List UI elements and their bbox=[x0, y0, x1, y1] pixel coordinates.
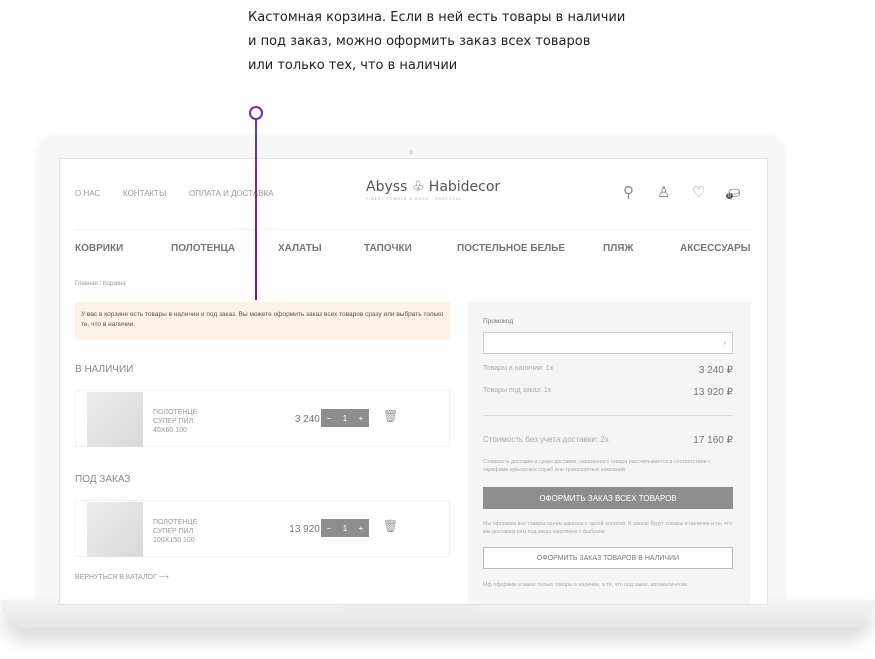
increase-button[interactable]: + bbox=[359, 414, 364, 423]
row-value: 17 160 ₽ bbox=[693, 435, 733, 446]
camera bbox=[409, 150, 413, 154]
product-name[interactable]: ПОЛОТЕНЦЕ СУПЕР ПИЛ 40Х60 100 bbox=[153, 408, 197, 435]
product-name[interactable]: ПОЛОТЕНЦЕ СУПЕР ПИЛ 100Х150 100 bbox=[153, 518, 197, 545]
increase-button[interactable]: + bbox=[359, 524, 364, 533]
order-summary: Промокод › Товары в наличии: 1х 3 240 ₽ Т… bbox=[468, 302, 751, 604]
nav-item[interactable]: ПОЛОТЕНЦА bbox=[171, 243, 235, 254]
annotation-line bbox=[255, 120, 257, 300]
link-contacts[interactable]: КОНТАКТЫ bbox=[123, 189, 166, 198]
order-all-button[interactable]: ОФОРМИТЬ ЗАКАЗ ВСЕХ ТОВАРОВ bbox=[483, 487, 733, 509]
row-value: 13 920 ₽ bbox=[693, 387, 733, 398]
cart-badge: 0 bbox=[726, 193, 733, 199]
heart-icon[interactable]: ♡ bbox=[692, 183, 705, 201]
nav-item[interactable]: ПЛЯЖ bbox=[603, 243, 633, 254]
nav-item[interactable]: АКСЕССУАРЫ bbox=[680, 243, 751, 254]
decrease-button[interactable]: − bbox=[327, 414, 332, 423]
promo-input[interactable]: › bbox=[483, 332, 733, 354]
nav-item[interactable]: ПОСТЕЛЬНОЕ БЕЛЬЕ bbox=[457, 243, 565, 254]
name-line: 40Х60 100 bbox=[153, 427, 187, 434]
nav-item[interactable]: КОВРИКИ bbox=[75, 243, 123, 254]
link-delivery[interactable]: ОПЛАТА И ДОСТАВКА bbox=[189, 189, 274, 198]
delivery-note: Стоимость доставки и сроки доставки, зак… bbox=[483, 459, 711, 473]
divider bbox=[483, 415, 733, 416]
row-value: 3 240 ₽ bbox=[698, 365, 733, 376]
name-line: СУПЕР ПИЛ bbox=[153, 418, 194, 425]
screen: О НАС КОНТАКТЫ ОПЛАТА И ДОСТАВКА Abyss ♧… bbox=[59, 158, 768, 605]
row-label: Товары в наличии: 1х bbox=[483, 365, 554, 372]
quantity-value[interactable]: 1 bbox=[343, 414, 347, 423]
summary-row: Товары в наличии: 1х 3 240 ₽ bbox=[483, 365, 733, 376]
name-line: ПОЛОТЕНЦЕ bbox=[153, 409, 198, 416]
row-label: Стоимость без учета доставки: 2х bbox=[483, 435, 609, 444]
order-all-note: Мы оформим все товары одним заказом с од… bbox=[483, 521, 732, 535]
link-about[interactable]: О НАС bbox=[75, 189, 100, 198]
callout-line: и под заказ, можно оформить заказ всех т… bbox=[248, 34, 591, 49]
quantity-stepper: − 1 + bbox=[321, 519, 369, 537]
order-in-stock-note: Мф оформим в заказ только товары в налич… bbox=[483, 582, 687, 588]
row-label: Товары под заказ: 1х bbox=[483, 387, 552, 394]
name-line: СУПЕР ПИЛ bbox=[153, 528, 194, 535]
promo-label: Промокод bbox=[483, 318, 514, 325]
user-icon[interactable]: ♙ bbox=[657, 183, 670, 201]
quantity-value[interactable]: 1 bbox=[343, 524, 347, 533]
product-image[interactable] bbox=[87, 502, 143, 557]
trash-icon[interactable]: 🗑 bbox=[383, 519, 398, 533]
callout-line: или только тех, что в наличии bbox=[248, 58, 458, 73]
cart-item: ПОЛОТЕНЦЕ СУПЕР ПИЛ 100Х150 100 13 920 ₽ −… bbox=[75, 500, 450, 557]
name-line: 100Х150 100 bbox=[153, 537, 195, 544]
logo[interactable]: Abyss ♧ Habidecor FINEST TOWELS & RUGS - … bbox=[366, 179, 500, 201]
callout-line: Кастомная корзина. Если в ней есть товар… bbox=[248, 10, 626, 25]
quantity-stepper: − 1 + bbox=[321, 409, 369, 427]
annotation-callout: Кастомная корзина. Если в ней есть товар… bbox=[248, 6, 688, 78]
cart-icon[interactable]: ⛀ 0 bbox=[726, 183, 741, 201]
section-title: В НАЛИЧИИ bbox=[75, 364, 134, 375]
search-icon[interactable]: ⚲ bbox=[623, 183, 634, 201]
info-alert: У вас в корзине есть товары в наличии и … bbox=[75, 302, 450, 340]
section-title: ПОД ЗАКАЗ bbox=[75, 474, 131, 485]
cart-item: ПОЛОТЕНЦЕ СУПЕР ПИЛ 40Х60 100 3 240 ₽ −1 + … bbox=[75, 390, 450, 447]
breadcrumb[interactable]: Главная / Корзина bbox=[75, 281, 126, 287]
logo-tagline: FINEST TOWELS & RUGS - PORTUGAL bbox=[366, 197, 463, 201]
logo-name: Abyss ♧ Habidecor bbox=[366, 179, 501, 195]
back-to-catalog-link[interactable]: ВЕРНУТЬСЯ В КАТАЛОГ ⟶ bbox=[75, 573, 169, 581]
annotation-marker bbox=[249, 106, 263, 120]
nav-item[interactable]: ТАПОЧКИ bbox=[364, 243, 412, 254]
product-image[interactable] bbox=[87, 392, 143, 447]
name-line: ПОЛОТЕНЦЕ bbox=[153, 519, 198, 526]
trash-icon[interactable]: 🗑 bbox=[383, 409, 398, 423]
divider bbox=[75, 229, 751, 230]
order-in-stock-button[interactable]: ОФОРМИТЬ ЗАКАЗ ТОВАРОВ В НАЛИЧИИ bbox=[483, 547, 733, 569]
summary-row: Товары под заказ: 1х 13 920 ₽ bbox=[483, 387, 733, 398]
chevron-right-icon[interactable]: › bbox=[723, 338, 726, 347]
nav-item[interactable]: ХАЛАТЫ bbox=[278, 243, 322, 254]
decrease-button[interactable]: − bbox=[327, 524, 332, 533]
summary-total: Стоимость без учета доставки: 2х 17 160 ₽ bbox=[483, 435, 733, 446]
